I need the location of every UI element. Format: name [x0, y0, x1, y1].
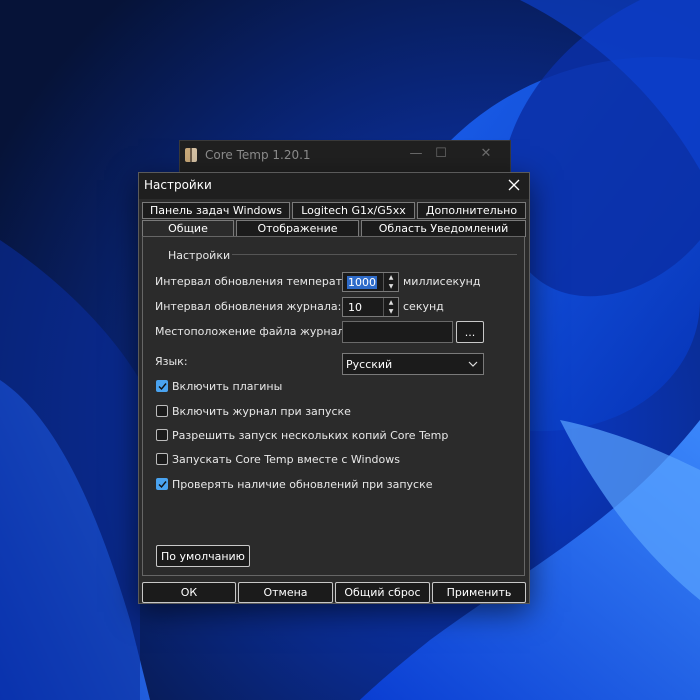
browse-button[interactable]: ... — [456, 321, 484, 343]
temp-interval-spinner[interactable]: ▲ ▼ — [383, 273, 398, 291]
spin-down-icon[interactable]: ▼ — [384, 282, 398, 291]
general-tab-panel: Настройки Интервал обновления температур… — [142, 236, 525, 576]
coretemp-titlebar[interactable]: Core Temp 1.20.1 — ☐ ✕ — [180, 141, 510, 169]
temp-interval-stepper[interactable]: 1000 ▲ ▼ — [342, 272, 399, 292]
close-icon[interactable]: ✕ — [476, 146, 496, 161]
chevron-down-icon — [468, 361, 478, 367]
tab-display[interactable]: Отображение — [236, 220, 359, 237]
tab-taskbar[interactable]: Панель задач Windows — [142, 202, 290, 219]
checkbox-start-with-windows[interactable] — [156, 453, 168, 465]
tab-advanced[interactable]: Дополнительно — [417, 202, 526, 219]
log-interval-label: Интервал обновления журнала: — [155, 300, 342, 313]
maximize-icon[interactable]: ☐ — [431, 146, 451, 161]
settings-dialog: Настройки Панель задач Windows Logitech … — [138, 172, 530, 604]
checkbox-label[interactable]: Включить журнал при запуске — [172, 405, 351, 418]
log-interval-spinner[interactable]: ▲ ▼ — [383, 298, 398, 316]
log-interval-stepper[interactable]: 10 ▲ ▼ — [342, 297, 399, 317]
spin-down-icon[interactable]: ▼ — [384, 307, 398, 316]
coretemp-app-icon — [185, 148, 197, 162]
defaults-button[interactable]: По умолчанию — [156, 545, 250, 567]
checkbox-check-updates[interactable] — [156, 478, 168, 490]
cancel-button[interactable]: Отмена — [238, 582, 333, 603]
language-value: Русский — [346, 358, 393, 371]
close-icon[interactable] — [505, 175, 523, 195]
dialog-title: Настройки — [144, 178, 212, 192]
spin-up-icon[interactable]: ▲ — [384, 298, 398, 307]
reset-all-button[interactable]: Общий сброс — [335, 582, 430, 603]
log-location-field[interactable] — [342, 321, 453, 343]
dialog-titlebar[interactable]: Настройки — [139, 173, 529, 199]
checkbox-label[interactable]: Включить плагины — [172, 380, 282, 393]
spin-up-icon[interactable]: ▲ — [384, 273, 398, 282]
group-title: Настройки — [166, 249, 233, 262]
apply-button[interactable]: Применить — [432, 582, 526, 603]
log-interval-value[interactable]: 10 — [348, 301, 362, 314]
checkbox-enable-plugins[interactable] — [156, 380, 168, 392]
language-select[interactable]: Русский — [342, 353, 484, 375]
coretemp-window-title: Core Temp 1.20.1 — [205, 148, 311, 162]
group-divider — [219, 254, 517, 255]
minimize-icon[interactable]: — — [406, 146, 426, 161]
checkbox-enable-log-on-start[interactable] — [156, 405, 168, 417]
tab-notification-area[interactable]: Область Уведомлений — [361, 220, 526, 237]
language-label: Язык: — [155, 355, 188, 368]
checkbox-label[interactable]: Разрешить запуск нескольких копий Core T… — [172, 429, 448, 442]
checkbox-label[interactable]: Проверять наличие обновлений при запуске — [172, 478, 433, 491]
checkbox-multiple-instances[interactable] — [156, 429, 168, 441]
temp-interval-unit: миллисекунд — [403, 275, 481, 288]
checkbox-label[interactable]: Запускать Core Temp вместе с Windows — [172, 453, 400, 466]
log-location-label: Местоположение файла журнала: — [155, 325, 355, 338]
ok-button[interactable]: ОК — [142, 582, 236, 603]
temp-interval-label: Интервал обновления температур: — [155, 275, 360, 288]
temp-interval-value[interactable]: 1000 — [347, 276, 377, 289]
log-interval-unit: секунд — [403, 300, 444, 313]
tab-logitech[interactable]: Logitech G1x/G5xx — [292, 202, 415, 219]
